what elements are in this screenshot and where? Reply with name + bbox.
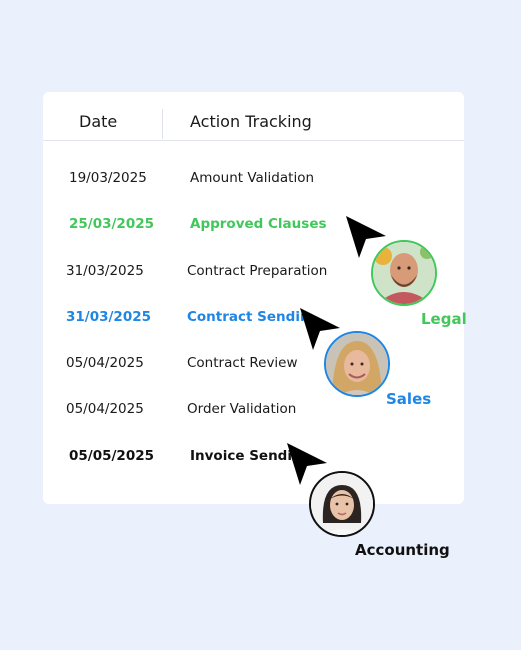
- sales-label: Sales: [386, 390, 432, 408]
- row-action: Approved Clauses: [190, 216, 327, 232]
- row-action: Contract Preparation: [187, 263, 328, 279]
- row-date: 05/04/2025: [66, 355, 144, 371]
- row-action: Order Validation: [187, 401, 297, 417]
- row-date: 31/03/2025: [66, 263, 144, 279]
- row-date: 05/05/2025: [69, 448, 155, 464]
- table-row[interactable]: 05/05/2025 Invoice Sending: [43, 448, 464, 472]
- legal-avatar[interactable]: [371, 240, 437, 306]
- bearded-man-avatar-icon: [373, 242, 435, 304]
- column-header-date[interactable]: Date: [79, 112, 117, 131]
- row-date: 19/03/2025: [69, 170, 147, 186]
- dark-haired-woman-avatar-icon: [311, 473, 373, 535]
- accounting-avatar[interactable]: [309, 471, 375, 537]
- blonde-woman-avatar-icon: [326, 333, 388, 395]
- row-action: Contract Sending: [187, 309, 309, 325]
- row-action: Invoice Sending: [190, 448, 291, 464]
- row-action: Amount Validation: [190, 170, 315, 186]
- row-action: Contract Review: [187, 355, 298, 371]
- column-divider: [162, 109, 163, 139]
- column-header-action[interactable]: Action Tracking: [190, 112, 312, 131]
- sales-avatar[interactable]: [324, 331, 390, 397]
- row-date: 31/03/2025: [66, 309, 152, 325]
- table-row[interactable]: 05/04/2025 Contract Review: [43, 355, 464, 379]
- table-row[interactable]: 31/03/2025 Contract Sending: [43, 309, 464, 333]
- legal-label: Legal: [421, 310, 467, 328]
- table-header: Date Action Tracking: [43, 92, 464, 141]
- row-date: 05/04/2025: [66, 401, 144, 417]
- table-row[interactable]: 25/03/2025 Approved Clauses: [43, 216, 464, 240]
- table-row[interactable]: 19/03/2025 Amount Validation: [43, 170, 464, 194]
- row-date: 25/03/2025: [69, 216, 155, 232]
- accounting-label: Accounting: [355, 541, 450, 559]
